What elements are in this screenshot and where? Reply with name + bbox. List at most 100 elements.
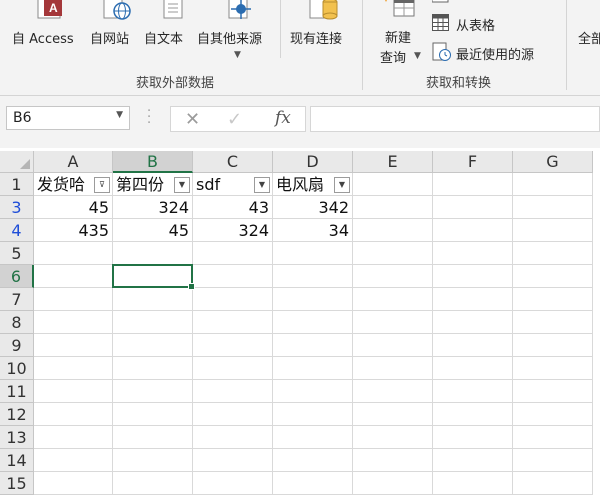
cell-f10[interactable] — [433, 357, 513, 380]
row-header-7[interactable]: 7 — [0, 288, 34, 311]
cell-e9[interactable] — [353, 334, 433, 357]
cell-f5[interactable] — [433, 242, 513, 265]
row-header-6[interactable]: 6 — [0, 265, 34, 288]
cell-f12[interactable] — [433, 403, 513, 426]
cell-c4[interactable]: 324 — [193, 219, 273, 242]
cell-e8[interactable] — [353, 311, 433, 334]
cell-d11[interactable] — [273, 380, 353, 403]
cell-g9[interactable] — [513, 334, 593, 357]
insert-function-icon[interactable]: fx — [275, 108, 291, 128]
column-header-g[interactable]: G — [513, 151, 593, 173]
cell-e11[interactable] — [353, 380, 433, 403]
cell-a7[interactable] — [34, 288, 113, 311]
cell-b12[interactable] — [113, 403, 193, 426]
cell-f15[interactable] — [433, 472, 513, 495]
row-header-5[interactable]: 5 — [0, 242, 34, 265]
cell-d4[interactable]: 34 — [273, 219, 353, 242]
cell-e10[interactable] — [353, 357, 433, 380]
row-header-12[interactable]: 12 — [0, 403, 34, 426]
cell-e12[interactable] — [353, 403, 433, 426]
cell-a9[interactable] — [34, 334, 113, 357]
cell-g4[interactable] — [513, 219, 593, 242]
cell-g6[interactable] — [513, 265, 593, 288]
row-header-4[interactable]: 4 — [0, 219, 34, 242]
cell-a6[interactable] — [34, 265, 113, 288]
cell-c3[interactable]: 43 — [193, 196, 273, 219]
cell-g15[interactable] — [513, 472, 593, 495]
cell-f6[interactable] — [433, 265, 513, 288]
cell-d7[interactable] — [273, 288, 353, 311]
row-header-8[interactable]: 8 — [0, 311, 34, 334]
row-header-11[interactable]: 11 — [0, 380, 34, 403]
row-header-3[interactable]: 3 — [0, 196, 34, 219]
cell-e4[interactable] — [353, 219, 433, 242]
formula-input[interactable] — [310, 106, 600, 132]
cell-f7[interactable] — [433, 288, 513, 311]
cell-a11[interactable] — [34, 380, 113, 403]
select-all-corner[interactable] — [0, 151, 34, 173]
cell-g8[interactable] — [513, 311, 593, 334]
cell-e7[interactable] — [353, 288, 433, 311]
cell-b15[interactable] — [113, 472, 193, 495]
cell-g5[interactable] — [513, 242, 593, 265]
cell-g12[interactable] — [513, 403, 593, 426]
cell-f14[interactable] — [433, 449, 513, 472]
cell-e15[interactable] — [353, 472, 433, 495]
cell-e3[interactable] — [353, 196, 433, 219]
cell-g7[interactable] — [513, 288, 593, 311]
cell-d3[interactable]: 342 — [273, 196, 353, 219]
cell-g1[interactable] — [513, 173, 593, 196]
name-box[interactable]: B6 ▼ — [6, 106, 130, 130]
show-queries-button[interactable] — [432, 0, 532, 3]
cell-c6[interactable] — [193, 265, 273, 288]
cell-e1[interactable] — [353, 173, 433, 196]
cell-d9[interactable] — [273, 334, 353, 357]
column-header-f[interactable]: F — [433, 151, 513, 173]
fill-handle[interactable] — [188, 283, 195, 290]
cell-b11[interactable] — [113, 380, 193, 403]
row-header-10[interactable]: 10 — [0, 357, 34, 380]
cell-c15[interactable] — [193, 472, 273, 495]
cell-f11[interactable] — [433, 380, 513, 403]
cell-b10[interactable] — [113, 357, 193, 380]
cell-c8[interactable] — [193, 311, 273, 334]
drag-handle-icon[interactable]: · · · — [147, 105, 151, 130]
cell-e13[interactable] — [353, 426, 433, 449]
cell-f3[interactable] — [433, 196, 513, 219]
cell-d15[interactable] — [273, 472, 353, 495]
chevron-down-icon[interactable]: ▼ — [116, 110, 123, 120]
cell-a12[interactable] — [34, 403, 113, 426]
filter-dropdown-icon[interactable]: ▼ — [174, 177, 190, 193]
cell-e14[interactable] — [353, 449, 433, 472]
cell-d12[interactable] — [273, 403, 353, 426]
new-query-button[interactable]: 新建 查询 ▼ — [376, 0, 426, 70]
cell-d10[interactable] — [273, 357, 353, 380]
cell-b14[interactable] — [113, 449, 193, 472]
cell-g10[interactable] — [513, 357, 593, 380]
cell-f8[interactable] — [433, 311, 513, 334]
cell-b3[interactable]: 324 — [113, 196, 193, 219]
row-header-14[interactable]: 14 — [0, 449, 34, 472]
row-header-1[interactable]: 1 — [0, 173, 34, 196]
row-header-13[interactable]: 13 — [0, 426, 34, 449]
cell-g3[interactable] — [513, 196, 593, 219]
refresh-all-button[interactable]: 全部 — [578, 28, 600, 47]
cell-f9[interactable] — [433, 334, 513, 357]
cell-g11[interactable] — [513, 380, 593, 403]
cell-a3[interactable]: 45 — [34, 196, 113, 219]
filter-active-icon[interactable]: ⊽ — [94, 177, 110, 193]
cell-c13[interactable] — [193, 426, 273, 449]
column-header-e[interactable]: E — [353, 151, 433, 173]
cell-b8[interactable] — [113, 311, 193, 334]
cell-c10[interactable] — [193, 357, 273, 380]
row-header-15[interactable]: 15 — [0, 472, 34, 495]
cancel-icon[interactable]: ✕ — [185, 109, 200, 130]
cell-c5[interactable] — [193, 242, 273, 265]
enter-icon[interactable]: ✓ — [227, 109, 242, 130]
cell-b4[interactable]: 45 — [113, 219, 193, 242]
cell-c9[interactable] — [193, 334, 273, 357]
cell-d6[interactable] — [273, 265, 353, 288]
cell-d5[interactable] — [273, 242, 353, 265]
cell-c14[interactable] — [193, 449, 273, 472]
cell-f13[interactable] — [433, 426, 513, 449]
